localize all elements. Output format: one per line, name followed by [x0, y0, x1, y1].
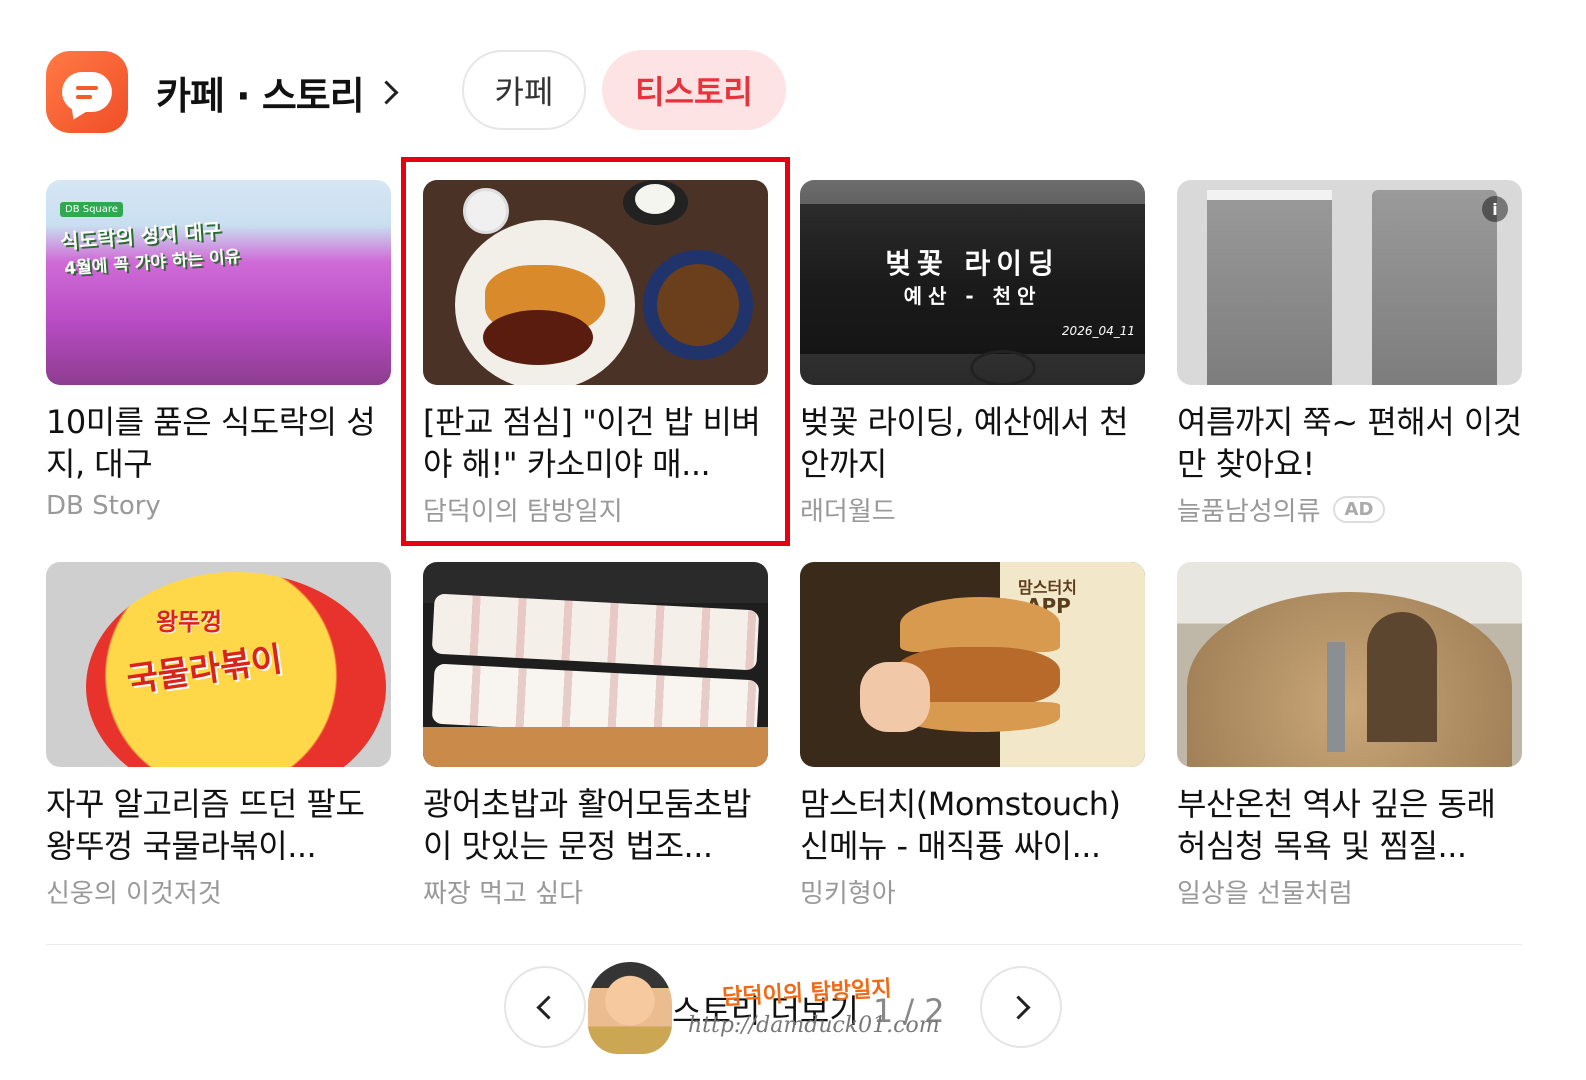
sushi-row-shape [431, 593, 760, 671]
thumb-subheadline: 예산 - 천안 [903, 284, 1042, 308]
prev-page-button[interactable] [504, 966, 586, 1048]
story-title[interactable]: 자꾸 알고리즘 뜨던 팔도 왕뚜껑 국물라볶이... [46, 783, 391, 867]
story-source: 밍키형아 [800, 873, 1145, 910]
story-title[interactable]: 광어초밥과 활어모둠초밥이 맛있는 문정 법조... [423, 783, 768, 867]
chevron-left-icon [535, 994, 561, 1020]
source-name: 밍키형아 [800, 879, 896, 909]
watermark-avatar [588, 962, 672, 1054]
ad-badge: AD [1332, 496, 1386, 523]
section-title[interactable]: 카페 · 스토리 [156, 65, 365, 120]
tab-cafe[interactable]: 카페 [462, 50, 586, 130]
story-source: 신웅의 이것저것 [46, 873, 391, 910]
tab-tistory[interactable]: 티스토리 [602, 50, 786, 130]
story-title[interactable]: 부산온천 역사 깊은 동래허심청 목욕 및 찜질... [1177, 783, 1522, 867]
story-title[interactable]: 10미를 품은 식도락의 성지, 대구 [46, 401, 391, 485]
source-name: 일상을 선물처럼 [1177, 879, 1353, 909]
story-source: 래더월드 [800, 491, 1145, 528]
udon-shape [657, 264, 739, 346]
info-icon[interactable]: i [1482, 196, 1508, 222]
chevron-right-icon[interactable] [374, 79, 399, 105]
pants-front-shape [1207, 190, 1332, 385]
hand-shape [860, 662, 930, 732]
source-name: 래더월드 [800, 497, 896, 527]
story-thumbnail[interactable] [423, 180, 768, 385]
story-thumbnail[interactable] [1177, 562, 1522, 767]
source-name: DB Story [46, 491, 161, 521]
story-card[interactable]: 부산온천 역사 깊은 동래허심청 목욕 및 찜질... 일상을 선물처럼 [1177, 562, 1522, 910]
story-card[interactable]: 왕뚜껑 국물라볶이 자꾸 알고리즘 뜨던 팔도 왕뚜껑 국물라볶이... 신웅의… [46, 562, 391, 910]
story-thumbnail[interactable] [423, 562, 768, 767]
thumb-headline: 왕뚜껑 [156, 608, 223, 636]
door-shape [1367, 612, 1437, 742]
story-title[interactable]: 여름까지 쭉~ 편해서 이것만 찾아요! [1177, 401, 1522, 485]
story-title[interactable]: 벚꽃 라이딩, 예산에서 천안까지 [800, 401, 1145, 485]
thumb-headline: 벚꽃 라이딩 [885, 247, 1060, 280]
story-title[interactable]: 맘스터치(Momstouch) 신메뉴 - 매직퓽 싸이... [800, 783, 1145, 867]
story-source: 짜장 먹고 싶다 [423, 873, 768, 910]
bun-top-shape [900, 597, 1060, 652]
section-header: 카페 · 스토리 [46, 50, 399, 134]
story-thumbnail[interactable]: i [1177, 180, 1522, 385]
thumb-tag: DB Square [60, 202, 123, 217]
source-name: 담덕이의 탐방일지 [423, 497, 623, 527]
story-card[interactable]: 맘스터치 APP 맘스터치(Momstouch) 신메뉴 - 매직퓽 싸이...… [800, 562, 1145, 910]
dome-shape [1187, 592, 1512, 767]
story-card[interactable]: DB Square 식도락의 성지 대구 4월에 꼭 가야 하는 이유 10미를… [46, 180, 391, 521]
thumb-date: 2026_04_11 [1061, 324, 1135, 338]
source-name: 짜장 먹고 싶다 [423, 879, 584, 909]
chat-bubble-icon [46, 51, 128, 133]
bike-wheel-shape [970, 350, 1036, 385]
tray-shape [423, 727, 768, 767]
story-card[interactable]: 벚꽃 라이딩 예산 - 천안 2026_04_11 벚꽃 라이딩, 예산에서 천… [800, 180, 1145, 528]
story-source: 담덕이의 탐방일지 [423, 491, 768, 528]
chevron-right-icon [1005, 994, 1031, 1020]
story-card[interactable]: 광어초밥과 활어모둠초밥이 맛있는 문정 법조... 짜장 먹고 싶다 [423, 562, 768, 910]
watermark-url: http://damduck01.com [688, 1013, 940, 1038]
story-card[interactable]: i 여름까지 쭉~ 편해서 이것만 찾아요! 늘품남성의류 AD [1177, 180, 1522, 528]
story-source: 일상을 선물처럼 [1177, 873, 1522, 910]
pants-side-shape [1372, 190, 1497, 385]
story-source: 늘품남성의류 AD [1177, 491, 1522, 528]
source-name: 늘품남성의류 [1177, 497, 1321, 527]
rice-shape [635, 184, 675, 214]
side-dish-shape [463, 188, 509, 234]
waistband-shape [1207, 190, 1332, 200]
story-source: DB Story [46, 491, 391, 521]
source-name: 신웅의 이것저것 [46, 879, 222, 909]
story-thumbnail[interactable]: 맘스터치 APP [800, 562, 1145, 767]
story-title[interactable]: [판교 점심] "이건 밥 비벼야 해!" 카소미야 매... [423, 401, 768, 485]
sign-post-shape [1327, 642, 1345, 752]
next-page-button[interactable] [980, 966, 1062, 1048]
story-thumbnail[interactable]: DB Square 식도락의 성지 대구 4월에 꼭 가야 하는 이유 [46, 180, 391, 385]
sauce-shape [483, 310, 593, 365]
story-thumbnail[interactable]: 왕뚜껑 국물라볶이 [46, 562, 391, 767]
story-card[interactable]: [판교 점심] "이건 밥 비벼야 해!" 카소미야 매... 담덕이의 탐방일… [423, 180, 768, 528]
story-thumbnail[interactable]: 벚꽃 라이딩 예산 - 천안 2026_04_11 [800, 180, 1145, 385]
divider [46, 944, 1522, 945]
